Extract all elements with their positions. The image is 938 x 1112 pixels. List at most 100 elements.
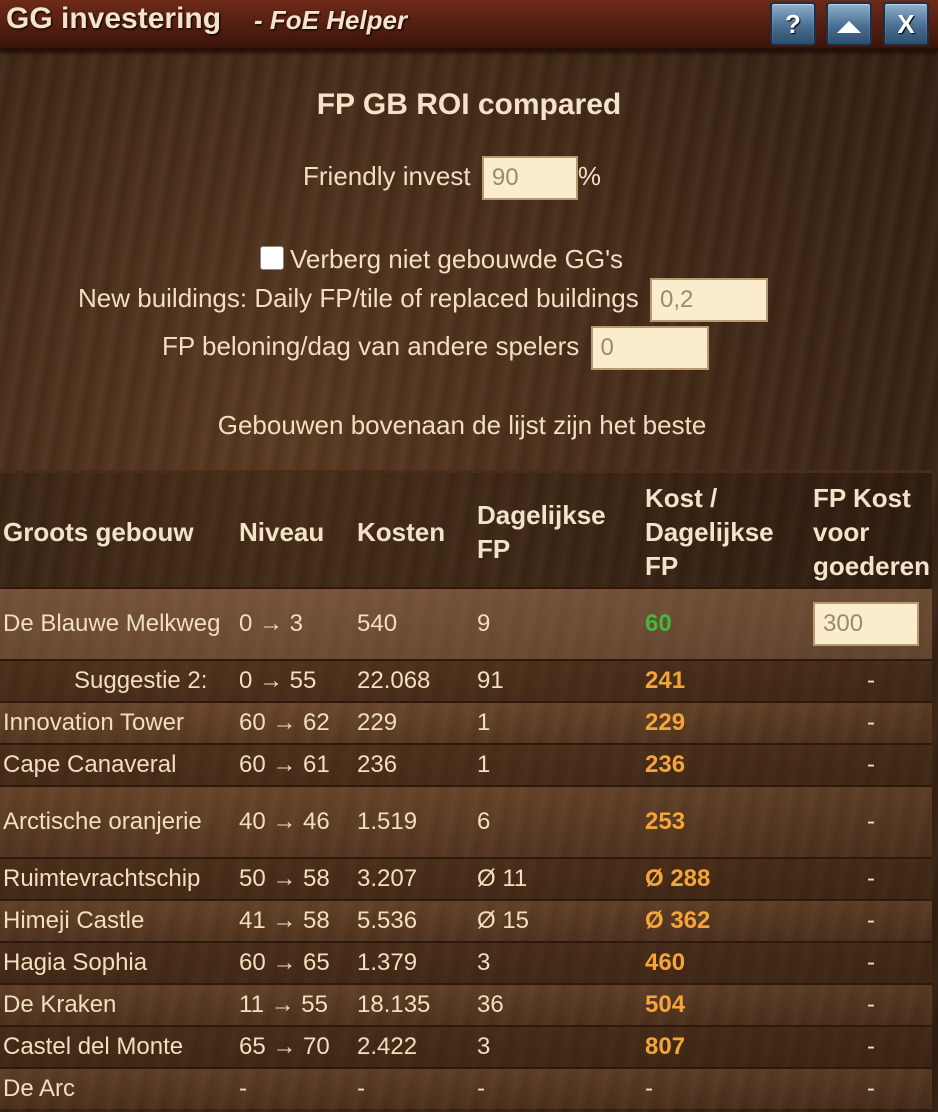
goods-cost: -	[810, 899, 932, 942]
building-ratio: 229	[642, 701, 810, 744]
building-daily-fp: 9	[474, 587, 642, 660]
table-row[interactable]: De Arc - - - - -	[0, 1067, 932, 1109]
building-daily-fp: Ø 15	[474, 899, 642, 942]
building-level: 60 → 62	[236, 701, 354, 744]
friendly-invest-input[interactable]: 90	[481, 156, 578, 200]
building-cost: 1.379	[354, 941, 474, 984]
building-name: Hagia Sophia	[0, 941, 236, 984]
goods-cost: -	[810, 659, 932, 702]
building-ratio: 504	[642, 983, 810, 1026]
building-daily-fp: 6	[474, 785, 642, 858]
building-cost: 229	[354, 701, 474, 744]
hide-unbuilt-checkbox[interactable]	[260, 246, 284, 270]
building-ratio: Ø 362	[642, 899, 810, 942]
building-level: 65 → 70	[236, 1025, 354, 1068]
fp-reward-label: FP beloning/dag van andere spelers	[162, 330, 580, 361]
minimize-button[interactable]	[826, 2, 872, 46]
window-title: GG investering	[6, 2, 222, 35]
building-name: Arctische oranjerie	[0, 785, 236, 858]
col-building[interactable]: Groots gebouw	[0, 470, 236, 588]
new-buildings-input[interactable]: 0,2	[649, 278, 768, 322]
hide-unbuilt-row: Verberg niet gebouwde GG's	[260, 244, 623, 275]
goods-cost: -	[810, 857, 932, 900]
table-row[interactable]: Cape Canaveral 60 → 61 236 1 236 -	[0, 743, 932, 786]
building-cost: 3.207	[354, 857, 474, 900]
building-ratio: 60	[642, 587, 810, 660]
goods-cost: -	[810, 983, 932, 1026]
goods-cost-input[interactable]: 300	[813, 602, 919, 646]
building-cost: 22.068	[354, 659, 474, 702]
building-ratio: 807	[642, 1025, 810, 1068]
window-titlebar[interactable]: GG investering - FoE Helper ? X	[0, 0, 938, 51]
gg-investment-window: GG investering - FoE Helper ? X FP GB RO…	[0, 0, 938, 1112]
building-cost: 2.422	[354, 1025, 474, 1068]
building-level: -	[236, 1067, 354, 1109]
table-row[interactable]: Himeji Castle 41 → 58 5.536 Ø 15 Ø 362 -	[0, 899, 932, 942]
building-ratio: 236	[642, 743, 810, 786]
goods-cost-cell: 300	[810, 587, 932, 660]
col-cost[interactable]: Kosten	[354, 470, 474, 588]
building-level: 11 → 55	[236, 983, 354, 1026]
table-row[interactable]: Ruimtevrachtschip 50 → 58 3.207 Ø 11 Ø 2…	[0, 857, 932, 900]
help-button[interactable]: ?	[770, 2, 816, 46]
building-name: Innovation Tower	[0, 701, 236, 744]
hide-unbuilt-label: Verberg niet gebouwde GG's	[290, 244, 624, 274]
building-level: 50 → 58	[236, 857, 354, 900]
building-level: 60 → 61	[236, 743, 354, 786]
building-name: De Kraken	[0, 983, 236, 1026]
building-name: Suggestie 2:	[0, 659, 236, 702]
hint-text: Gebouwen bovenaan de lijst zijn het best…	[217, 410, 707, 440]
goods-cost: -	[810, 941, 932, 984]
building-daily-fp: -	[474, 1067, 642, 1109]
new-buildings-label: New buildings: Daily FP/tile of replaced…	[78, 282, 639, 313]
goods-cost: -	[810, 743, 932, 786]
building-daily-fp: 91	[474, 659, 642, 702]
building-level: 0 → 55	[236, 659, 354, 702]
building-ratio: 241	[642, 659, 810, 702]
building-level: 40 → 46	[236, 785, 354, 858]
building-name: De Blauwe Melkweg	[0, 587, 236, 660]
col-fp-cost-goods[interactable]: FP Kost voor goederen	[810, 470, 932, 588]
table-row[interactable]: Castel del Monte 65 → 70 2.422 3 807 -	[0, 1025, 932, 1068]
building-level: 41 → 58	[236, 899, 354, 942]
table-row[interactable]: Hagia Sophia 60 → 65 1.379 3 460 -	[0, 941, 932, 984]
goods-cost: -	[810, 1025, 932, 1068]
close-button[interactable]: X	[883, 2, 929, 46]
building-cost: 540	[354, 587, 474, 660]
building-ratio: Ø 288	[642, 857, 810, 900]
table-row[interactable]: Arctische oranjerie 40 → 46 1.519 6 253 …	[0, 785, 932, 858]
chevron-up-icon	[837, 21, 861, 33]
page-title: FP GB ROI compared	[316, 88, 622, 121]
friendly-invest-label: Friendly invest	[303, 160, 471, 191]
friendly-invest-row: Friendly invest 90%	[303, 156, 601, 200]
fp-reward-input[interactable]: 0	[590, 326, 709, 370]
help-icon: ?	[785, 9, 801, 39]
building-cost: 1.519	[354, 785, 474, 858]
building-name: Himeji Castle	[0, 899, 236, 942]
building-cost: 18.135	[354, 983, 474, 1026]
goods-cost: -	[810, 701, 932, 744]
table-row[interactable]: Suggestie 2: 0 → 55 22.068 91 241 -	[0, 659, 932, 702]
goods-cost: -	[810, 1067, 932, 1109]
building-name: Castel del Monte	[0, 1025, 236, 1068]
building-ratio: 253	[642, 785, 810, 858]
percent-unit: %	[577, 160, 601, 191]
building-cost: 236	[354, 743, 474, 786]
col-level[interactable]: Niveau	[236, 470, 354, 588]
building-ratio: -	[642, 1067, 810, 1109]
goods-cost: -	[810, 785, 932, 858]
table-row[interactable]: Innovation Tower 60 → 62 229 1 229 -	[0, 701, 932, 744]
building-daily-fp: Ø 11	[474, 857, 642, 900]
building-level: 0 → 3	[236, 587, 354, 660]
fp-reward-row: FP beloning/dag van andere spelers 0	[162, 326, 709, 370]
window-subtitle: - FoE Helper	[254, 5, 408, 35]
close-icon: X	[897, 9, 915, 39]
col-daily-fp[interactable]: Dagelijkse FP	[474, 470, 642, 588]
building-cost: 5.536	[354, 899, 474, 942]
building-name: De Arc	[0, 1067, 236, 1109]
table-row[interactable]: De Kraken 11 → 55 18.135 36 504 -	[0, 983, 932, 1026]
table-row[interactable]: De Blauwe Melkweg 0 → 3 540 9 60 300	[0, 587, 932, 660]
building-cost: -	[354, 1067, 474, 1109]
gb-roi-table: Groots gebouw Niveau Kosten Dagelijkse FP…	[0, 470, 932, 1109]
col-cost-per-daily-fp[interactable]: Kost / Dagelijkse FP	[642, 470, 810, 588]
